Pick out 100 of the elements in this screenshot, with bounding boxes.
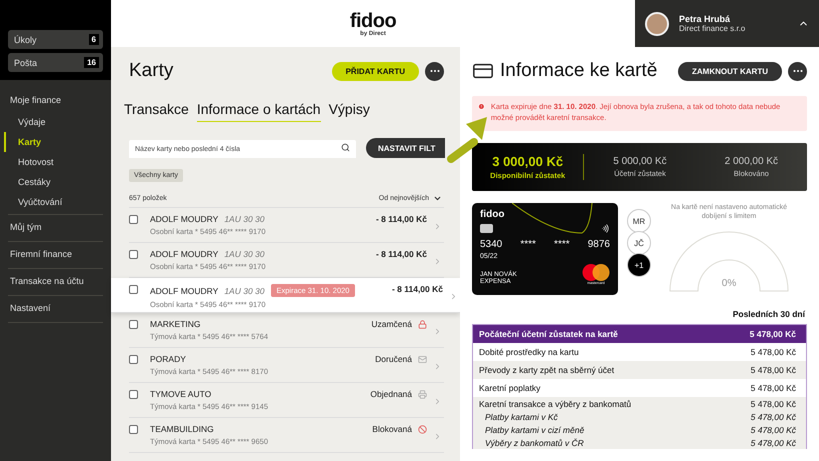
checkbox[interactable]: [129, 285, 138, 294]
checkbox[interactable]: [129, 425, 138, 434]
blocked-icon: [418, 424, 427, 434]
contactless-icon: [601, 224, 610, 233]
gauge-reading: 0%: [720, 278, 738, 290]
more-button[interactable]: [788, 62, 807, 80]
nav-item[interactable]: Karty: [4, 132, 103, 152]
logo: fidoo: [350, 10, 396, 30]
tab[interactable]: Informace o kartách: [196, 101, 321, 122]
holder-avatar[interactable]: JČ: [627, 231, 651, 255]
balance-amount: 5 000,00 Kč: [613, 156, 667, 167]
lock-card-button[interactable]: ZAMKNOUT KARTU: [678, 62, 782, 80]
table-cell: 5 478,00 Kč: [750, 365, 796, 375]
period-label: Posledních 30 dní: [732, 309, 806, 319]
table-cell: Platby kartami v Kč: [485, 412, 558, 422]
count-badge: 16: [84, 57, 99, 68]
card-status: Uzamčená: [371, 319, 412, 329]
balance-amount: 3 000,00 Kč: [492, 154, 564, 169]
card-number: 9876: [588, 239, 610, 250]
counter-label: Pošta: [14, 58, 38, 68]
tab[interactable]: Výpisy: [328, 101, 370, 122]
checkbox[interactable]: [129, 250, 138, 259]
nav-item[interactable]: Můj tým: [4, 215, 103, 239]
chevron-right-icon: [433, 397, 442, 406]
card-name: PORADY: [150, 354, 186, 364]
counter-button[interactable]: Pošta 16: [8, 53, 103, 72]
lock-icon: [418, 320, 427, 328]
card-code: 1AU 30 30: [224, 214, 264, 224]
checkbox[interactable]: [129, 215, 138, 224]
counter-button[interactable]: Úkoly 6: [8, 30, 103, 49]
nav-item[interactable]: Nastavení: [4, 296, 103, 320]
add-card-button[interactable]: PŘIDAT KARTU: [332, 62, 419, 80]
table-cell: 5 478,00 Kč: [750, 398, 796, 408]
checkbox[interactable]: [129, 320, 138, 329]
card-network-logo: [582, 264, 610, 281]
chip-icon: [480, 224, 493, 233]
card-name: TYMOVE AUTO: [150, 389, 212, 399]
search-icon: [341, 143, 350, 152]
table-cell: Dobité prostředky na kartu: [479, 347, 579, 357]
card-name: ADOLF MOUDRY: [150, 214, 218, 224]
card-number: 5340: [480, 239, 502, 250]
nav-item[interactable]: Vyúčtování: [4, 192, 103, 212]
chevron-right-icon: [433, 327, 442, 336]
table-cell: Karetní transakce a výběry z bankomatů: [479, 398, 632, 408]
count-badge: 6: [88, 34, 99, 45]
nav-item[interactable]: Transakce na účtu: [4, 269, 103, 293]
card-brand: fidoo: [480, 209, 506, 220]
nav-item[interactable]: Hotovost: [4, 152, 103, 172]
card-number: ****: [554, 239, 570, 250]
table-cell: Karetní poplatky: [479, 383, 540, 393]
table-cell: 5 478,00 Kč: [750, 347, 796, 357]
chevron-right-icon: [433, 362, 442, 371]
nav-item[interactable]: Moje finance: [4, 88, 103, 112]
table-cell: Platby kartami v cizí měně: [485, 424, 584, 434]
nav-item[interactable]: Výdaje: [4, 112, 103, 132]
printer-icon: [418, 390, 427, 398]
table-cell: 5 478,00 Kč: [750, 383, 796, 393]
card-status: Objednaná: [370, 389, 412, 399]
table-cell: 5 478,00 Kč: [750, 424, 796, 434]
holder-avatar[interactable]: MR: [627, 209, 651, 233]
chevron-right-icon: [433, 222, 442, 231]
card-code: 1AU 30 30: [224, 286, 264, 296]
chevron-right-icon: [433, 257, 442, 266]
pointer-arrow: [446, 114, 488, 164]
holder-avatar[interactable]: +1: [627, 253, 651, 277]
table-cell: Počáteční účetní zůstatek na kartě: [479, 329, 618, 339]
checkbox[interactable]: [129, 355, 138, 364]
nav-item[interactable]: Cestáky: [4, 172, 103, 192]
avatar: [645, 12, 669, 36]
alert-icon: [478, 102, 485, 111]
chevron-right-icon: [449, 292, 458, 301]
chevron-down-icon: [433, 194, 442, 203]
user-company: Direct finance s.r.o: [679, 24, 746, 33]
page-title: Karty: [129, 60, 174, 82]
card-code: 1AU 30 30: [224, 249, 264, 259]
checkbox[interactable]: [129, 390, 138, 399]
mail-icon: [418, 354, 427, 364]
card-status: Doručená: [375, 354, 412, 364]
card-name: ADOLF MOUDRY: [150, 286, 218, 296]
panel-title: Informace ke kartě: [500, 60, 658, 82]
card-name: ADOLF MOUDRY: [150, 249, 218, 259]
card-amount: - 8 114,00 Kč: [376, 214, 427, 224]
user-panel[interactable]: Petra Hrubá Direct finance s.r.o: [635, 0, 819, 47]
chevron-right-icon: [433, 432, 442, 441]
nav-item[interactable]: Firemní finance: [4, 242, 103, 266]
card-name: TEAMBUILDING: [150, 424, 214, 434]
filter-button[interactable]: NASTAVIT FILT: [366, 138, 446, 158]
table-cell: 5 478,00 Kč: [750, 412, 796, 422]
user-name: Petra Hrubá: [679, 14, 732, 24]
counter-label: Úkoly: [14, 34, 37, 44]
card-amount: - 8 114,00 Kč: [392, 284, 443, 294]
card-status: Blokovaná: [372, 424, 412, 434]
table-cell: Převody z karty zpět na sběrný účet: [479, 365, 614, 375]
table-cell: 5 478,00 Kč: [750, 329, 796, 339]
balance-amount: 2 000,00 Kč: [724, 156, 778, 167]
more-button[interactable]: [425, 62, 444, 80]
card-amount: - 8 114,00 Kč: [376, 249, 427, 259]
tab[interactable]: Transakce: [124, 101, 189, 122]
card-number: ****: [520, 239, 536, 250]
table-cell: 5 478,00 Kč: [750, 438, 796, 448]
